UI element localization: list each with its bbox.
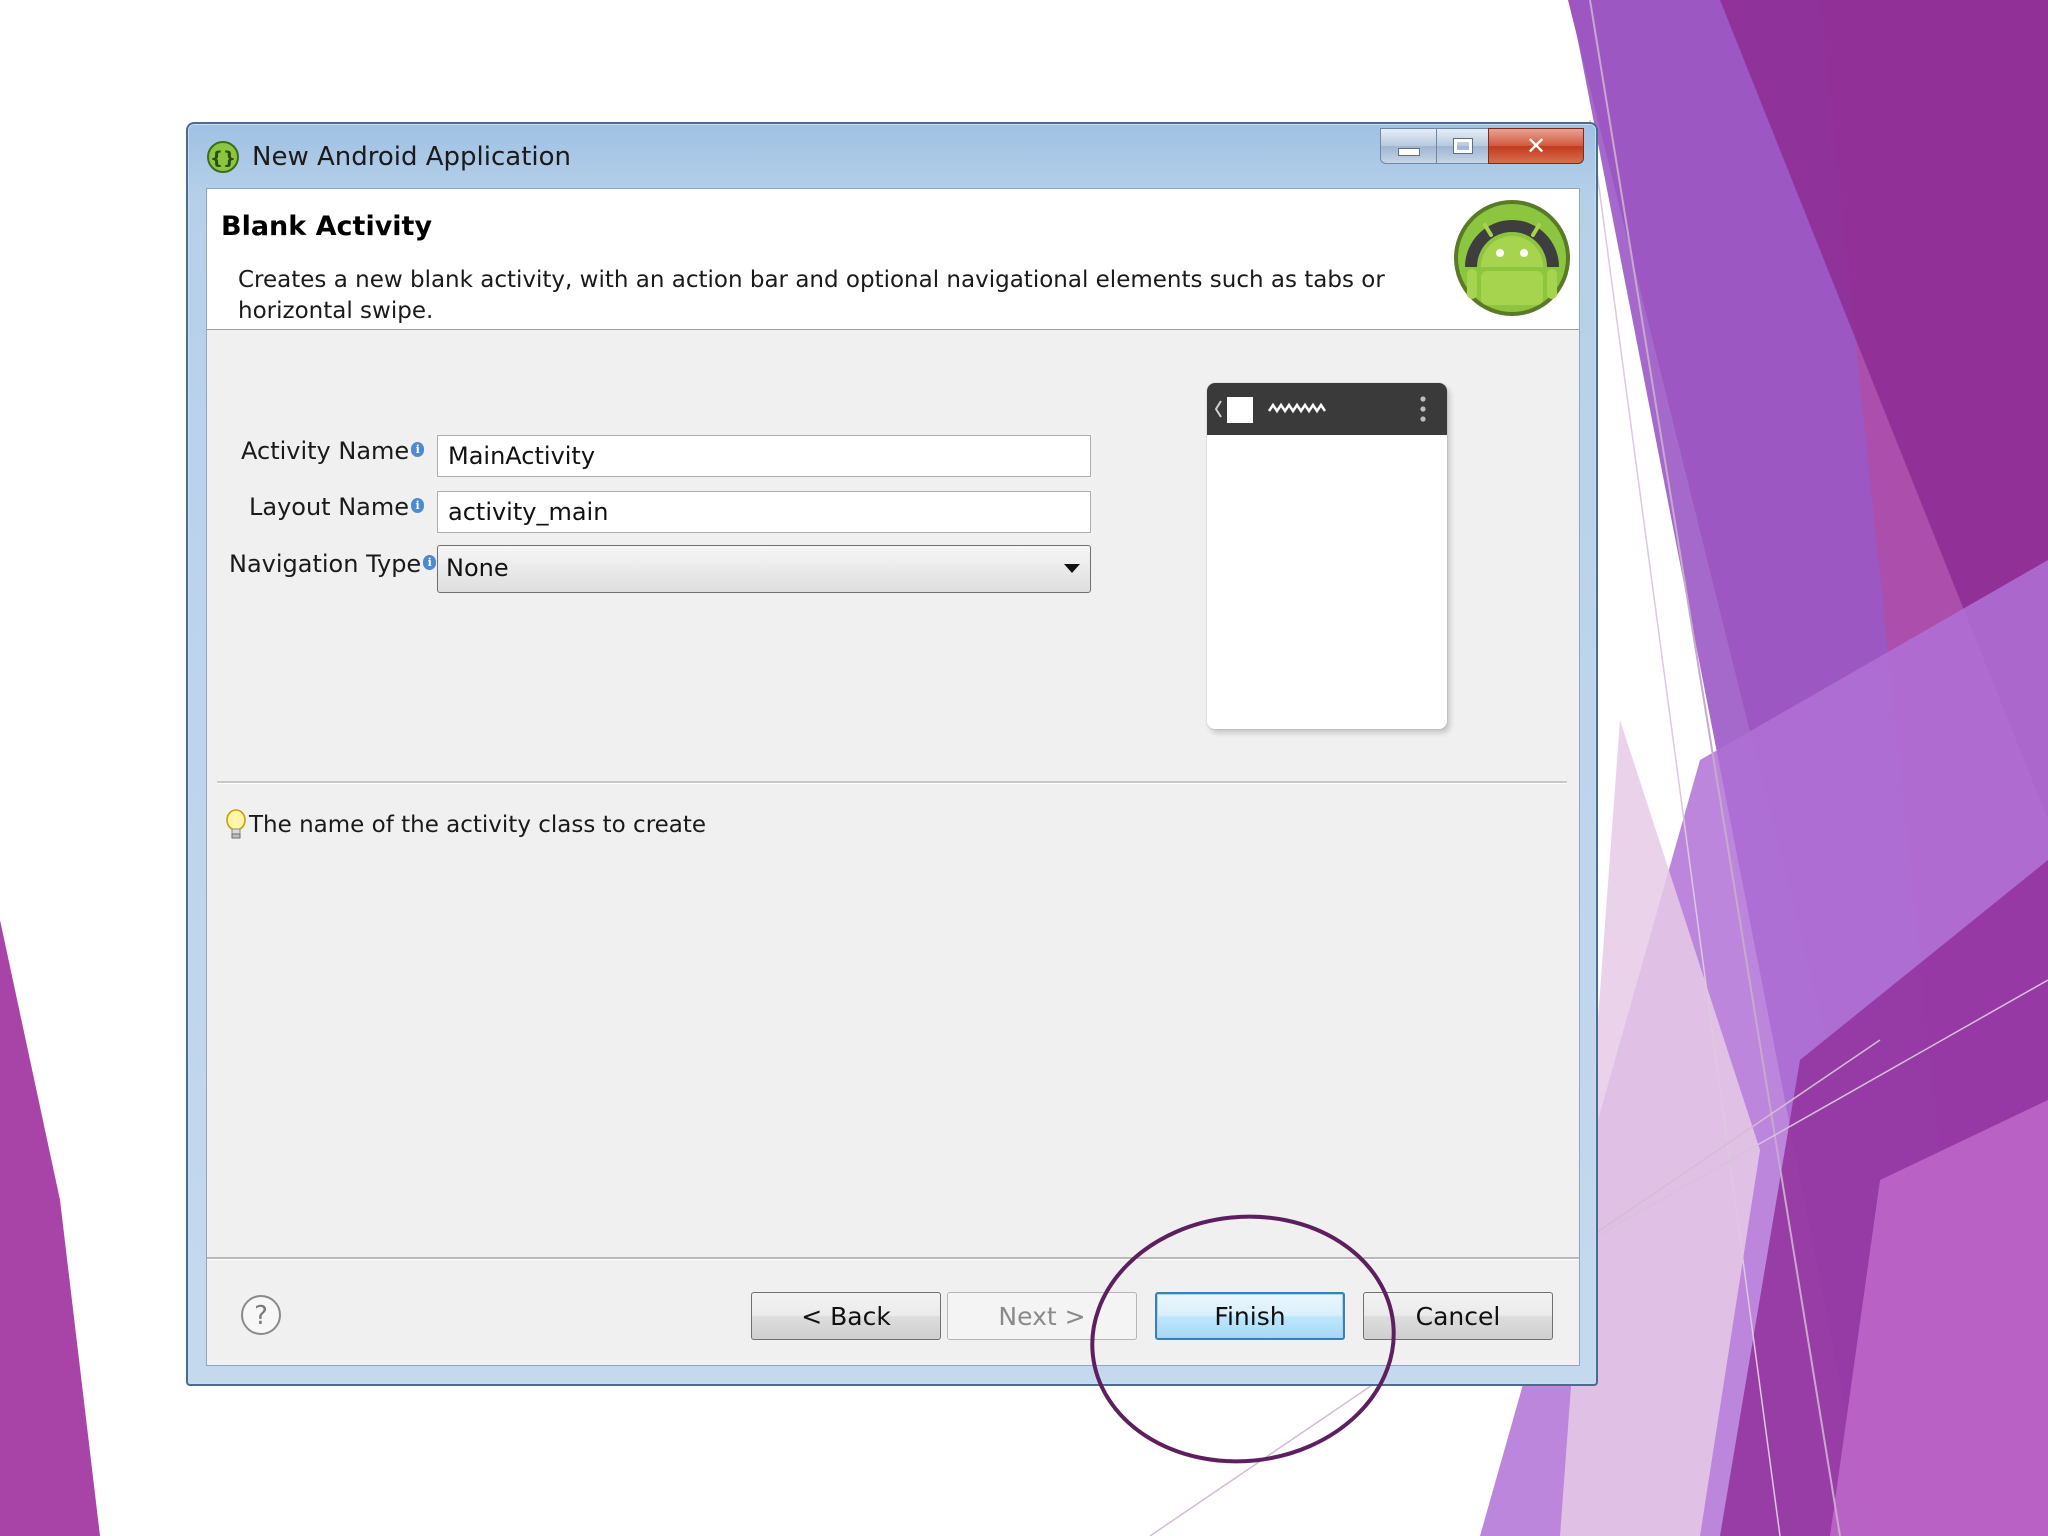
finish-button[interactable]: Finish <box>1155 1292 1345 1340</box>
hint-row: The name of the activity class to create <box>225 805 706 845</box>
back-button[interactable]: < Back <box>751 1292 941 1340</box>
android-logo-icon <box>1454 200 1570 316</box>
content-divider <box>217 781 1567 784</box>
info-icon: i <box>411 442 425 457</box>
maximize-button[interactable] <box>1436 128 1488 164</box>
navigation-type-dropdown[interactable]: None <box>437 545 1091 593</box>
window-title: New Android Application <box>252 142 572 172</box>
activity-preview <box>1207 383 1447 729</box>
minimize-icon <box>1397 148 1420 156</box>
lightbulb-icon <box>226 809 246 839</box>
title-bar[interactable]: {} New Android Application ✕ <box>188 124 1596 186</box>
chevron-down-icon <box>1064 564 1080 573</box>
preview-action-bar <box>1207 383 1447 435</box>
svg-text:?: ? <box>254 1301 268 1331</box>
activity-name-field[interactable]: MainActivity <box>437 435 1091 477</box>
maximize-icon <box>1453 139 1472 153</box>
close-button[interactable]: ✕ <box>1488 128 1584 164</box>
navigation-type-label: Navigation Type i <box>229 550 437 578</box>
info-icon: i <box>411 498 425 513</box>
dialog-body: Blank Activity Creates a new blank activ… <box>206 188 1580 1366</box>
layout-name-field[interactable]: activity_main <box>437 491 1091 533</box>
layout-name-label: Layout Name i <box>249 493 425 521</box>
help-icon[interactable]: ? <box>240 1294 282 1336</box>
preview-action-bar-icons <box>1214 396 1426 423</box>
close-icon: ✕ <box>1525 132 1547 160</box>
cancel-button[interactable]: Cancel <box>1363 1292 1553 1340</box>
page-description: Creates a new blank activity, with an ac… <box>238 267 1385 324</box>
new-android-application-window: {} New Android Application ✕ Blank Activ… <box>186 122 1598 1386</box>
footer-divider <box>207 1257 1579 1260</box>
wizard-header: Blank Activity Creates a new blank activ… <box>207 189 1579 330</box>
slide-background: {} New Android Application ✕ Blank Activ… <box>0 0 2048 1536</box>
svg-text:{}: {} <box>210 148 236 169</box>
caption-buttons: ✕ <box>1380 128 1584 166</box>
navigation-type-selected: None <box>446 554 509 582</box>
hint-text: The name of the activity class to create <box>249 812 707 838</box>
android-app-icon: {} <box>207 141 239 173</box>
minimize-button[interactable] <box>1380 128 1436 164</box>
next-button[interactable]: Next > <box>947 1292 1137 1340</box>
page-title: Blank Activity <box>221 211 433 242</box>
info-icon: i <box>423 555 437 570</box>
activity-name-label: Activity Name i <box>241 437 425 465</box>
